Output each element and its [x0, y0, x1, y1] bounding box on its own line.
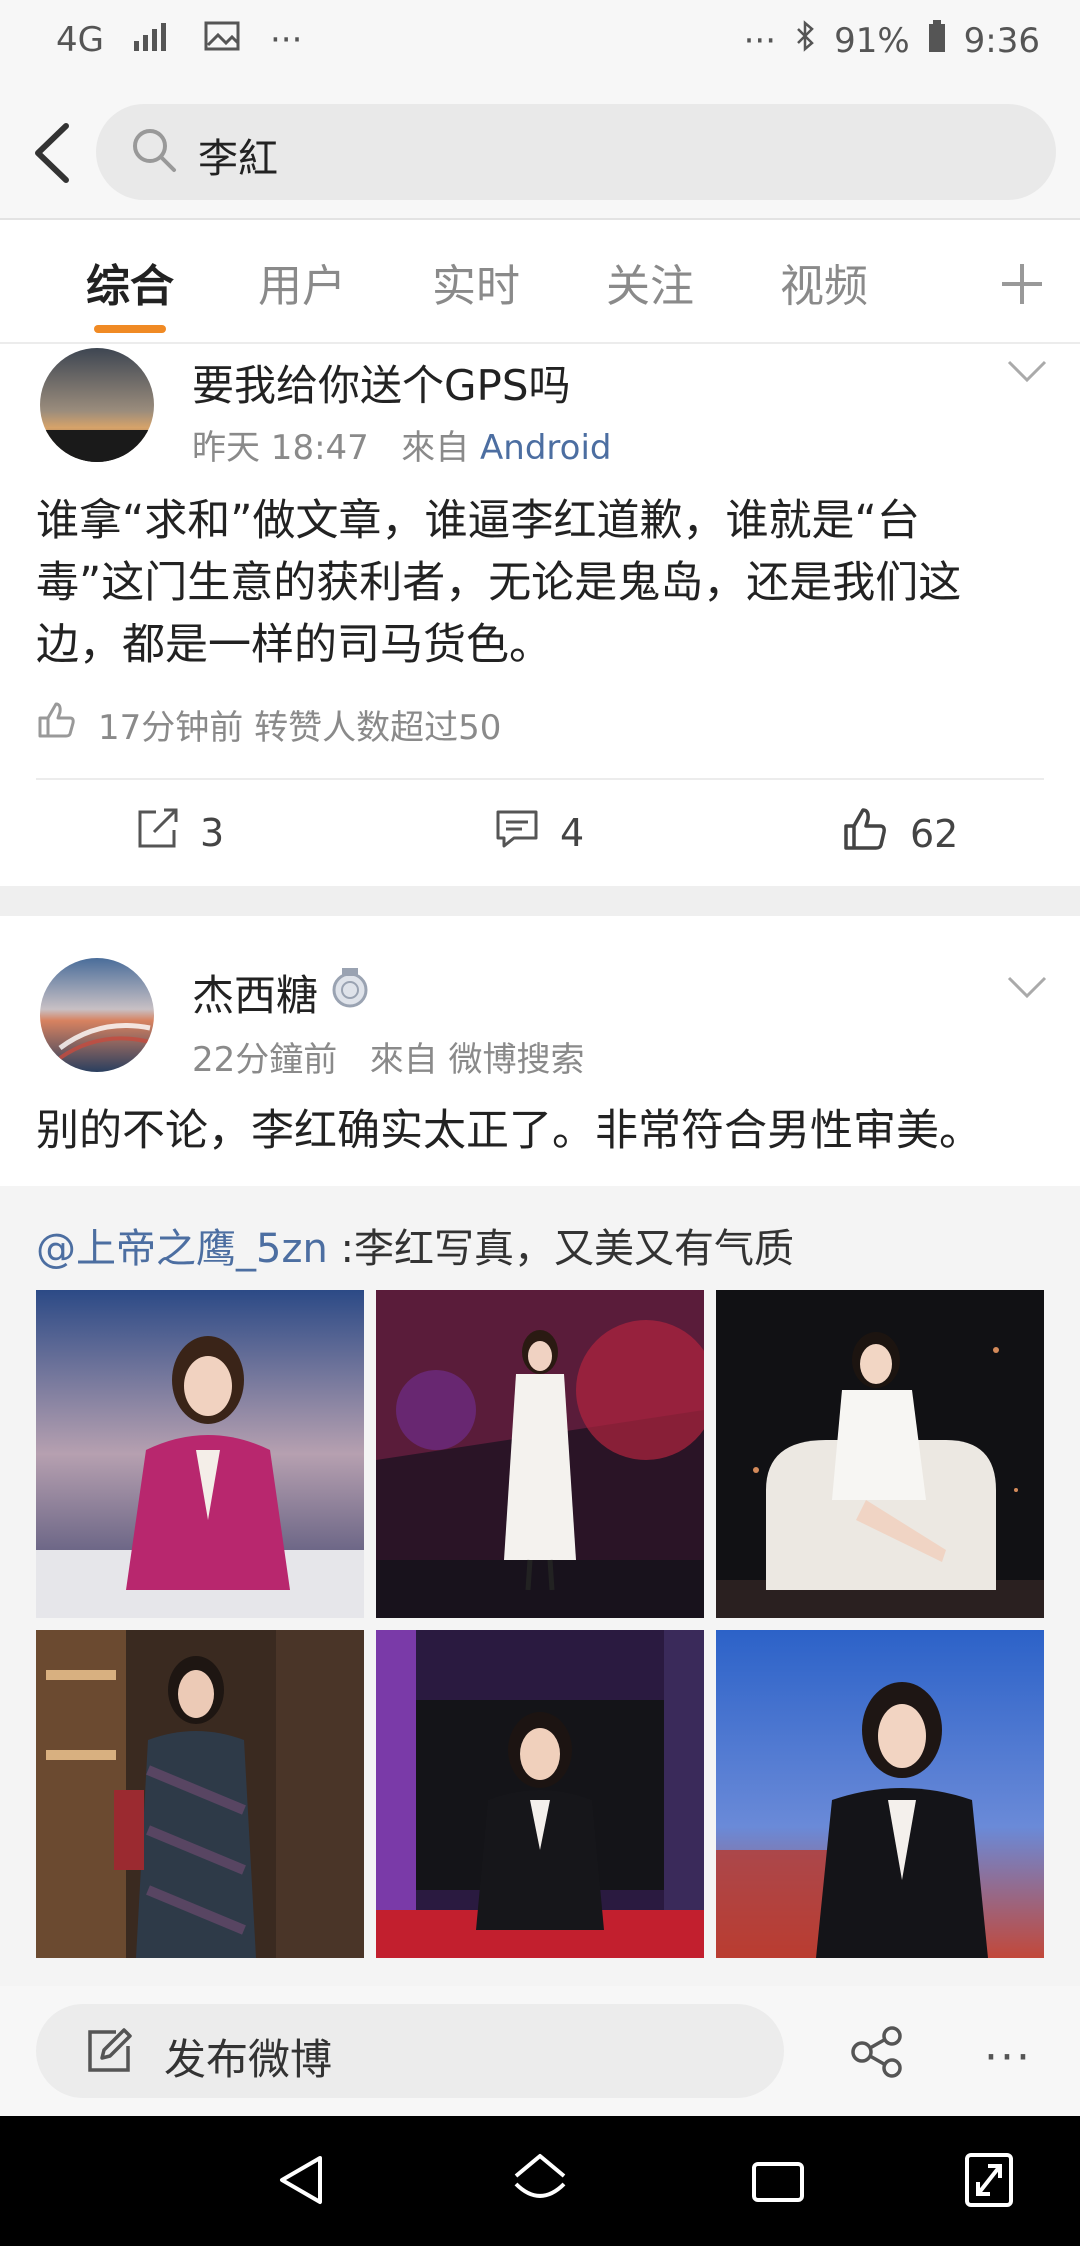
- bluetooth-icon: [794, 20, 816, 61]
- system-nav-bar: [0, 2116, 1080, 2246]
- nav-home-icon[interactable]: [510, 2150, 570, 2212]
- share-icon[interactable]: [850, 2026, 904, 2082]
- more-notifications-icon: ···: [269, 20, 303, 60]
- photo-thumbnail[interactable]: [376, 1630, 704, 1958]
- battery-percent: 91%: [834, 20, 910, 61]
- post-time: 昨天 18:47: [192, 428, 369, 468]
- active-tab-indicator: [94, 325, 166, 333]
- post-meta: 昨天 18:47 來自 Android: [192, 420, 612, 469]
- photo-thumbnail[interactable]: [716, 1290, 1044, 1618]
- compose-label: 发布微博: [164, 2035, 333, 2084]
- like-summary: 17分钟前 转赞人数超过50: [36, 700, 501, 749]
- photo-thumbnail[interactable]: [376, 1290, 704, 1618]
- post-from-label: 來自: [401, 428, 470, 468]
- avatar[interactable]: [40, 958, 154, 1072]
- post-author[interactable]: 要我给你送个GPS吗: [192, 352, 571, 413]
- photo-thumbnail[interactable]: [716, 1630, 1044, 1958]
- nav-expand-icon[interactable]: [964, 2152, 1014, 2212]
- post-from-label: 來自: [369, 1040, 438, 1080]
- back-arrow-icon: [35, 123, 69, 183]
- photo-thumbnail[interactable]: [36, 1290, 364, 1618]
- comment-count: 4: [560, 810, 585, 855]
- gallery-notification-icon: [204, 20, 240, 60]
- medal-badge-icon: [330, 966, 370, 1020]
- repost-button[interactable]: 3: [134, 806, 224, 859]
- post-text-line: 毒”这门生意的获利者，无论是鬼岛，还是我们这: [36, 558, 962, 608]
- edit-icon: [86, 2028, 132, 2078]
- tab-comprehensive[interactable]: 综合: [86, 250, 174, 314]
- comment-icon: [494, 806, 540, 859]
- quoted-author-link[interactable]: @上帝之鹰_5zn: [36, 1226, 328, 1272]
- quoted-post-text: @上帝之鹰_5zn :李红写真，又美又有气质: [36, 1216, 794, 1274]
- back-button[interactable]: [26, 118, 76, 188]
- repost-count: 3: [200, 810, 225, 855]
- nav-recents-icon[interactable]: [750, 2158, 806, 2208]
- divider: [36, 778, 1044, 780]
- tab-following[interactable]: 关注: [606, 250, 694, 314]
- post-source[interactable]: Android: [480, 428, 611, 468]
- signal-icon: [133, 20, 174, 60]
- search-input[interactable]: 李紅: [96, 104, 1056, 200]
- tab-video[interactable]: 视频: [780, 250, 868, 314]
- search-icon: [130, 126, 180, 180]
- network-indicator: 4G: [56, 20, 104, 60]
- nav-back-icon[interactable]: [276, 2152, 326, 2212]
- post-text-line: 边，都是一样的司马货色。: [36, 620, 552, 670]
- post-menu-chevron-icon[interactable]: [1006, 974, 1048, 1004]
- status-bar: 4G ··· ··· 91% 9:36: [0, 0, 1080, 92]
- post-body: 别的不论，李红确实太正了。非常符合男性审美。: [36, 1106, 982, 1156]
- post-author-row: 杰西糖: [192, 962, 370, 1023]
- thumbs-up-icon: [36, 700, 76, 749]
- repost-icon: [134, 806, 180, 859]
- ocean-avatar-image: [40, 958, 154, 1072]
- post-author[interactable]: 杰西糖: [192, 962, 318, 1023]
- thumbs-up-icon: [842, 806, 890, 861]
- battery-icon: [928, 20, 946, 61]
- add-tab-icon[interactable]: [1000, 248, 1044, 320]
- sunset-avatar-image: [40, 348, 154, 462]
- like-button[interactable]: 62: [842, 806, 958, 861]
- quoted-caption: :李红写真，又美又有气质: [340, 1226, 794, 1272]
- like-note: 17分钟前 转赞人数超过50: [98, 708, 502, 748]
- tab-users[interactable]: 用户: [258, 250, 346, 314]
- post-text-line: 谁拿“求和”做文章，谁逼李红道歉，谁就是“台: [36, 496, 920, 546]
- post-menu-chevron-icon[interactable]: [1006, 358, 1048, 388]
- more-options-icon[interactable]: ···: [984, 2032, 1032, 2083]
- clock: 9:36: [963, 20, 1040, 61]
- post-separator: [0, 886, 1080, 916]
- avatar[interactable]: [40, 348, 154, 462]
- post-body: 谁拿“求和”做文章，谁逼李红道歉，谁就是“台 毒”这门生意的获利者，无论是鬼岛，…: [36, 490, 1046, 676]
- divider: [0, 342, 1080, 344]
- more-status-icon: ···: [743, 20, 777, 61]
- comment-button[interactable]: 4: [494, 806, 584, 859]
- tab-realtime[interactable]: 实时: [432, 250, 520, 314]
- quoted-post[interactable]: @上帝之鹰_5zn :李红写真，又美又有气质: [0, 1186, 1080, 1986]
- post-time: 22分鐘前: [192, 1040, 338, 1080]
- like-count: 62: [910, 811, 959, 856]
- compose-button[interactable]: 发布微博: [36, 2004, 784, 2098]
- post-source[interactable]: 微博搜索: [449, 1040, 585, 1080]
- search-query: 李紅: [198, 136, 278, 182]
- post-meta: 22分鐘前 來自 微博搜索: [192, 1032, 585, 1081]
- photo-thumbnail[interactable]: [36, 1630, 364, 1958]
